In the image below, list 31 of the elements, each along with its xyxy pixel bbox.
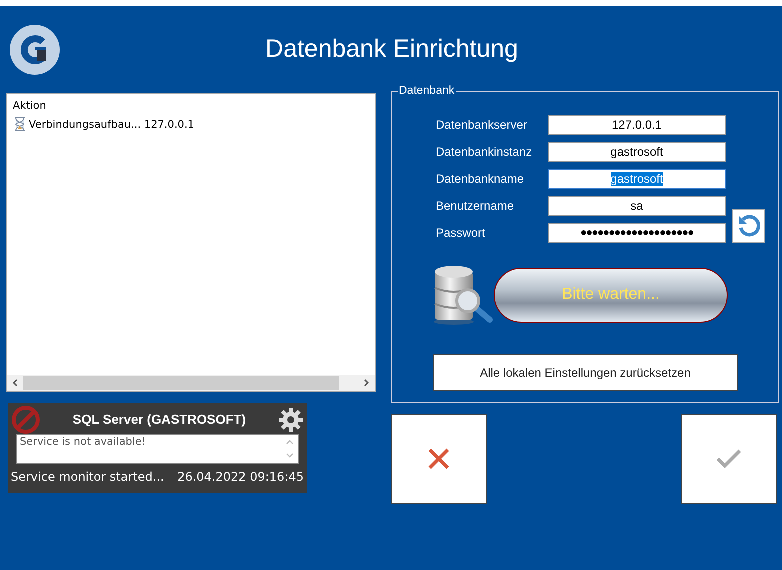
password-field[interactable]: ●●●●●●●●●●●●●●●●●●●● xyxy=(548,222,726,242)
scrollbar[interactable] xyxy=(7,375,375,391)
refresh-button[interactable] xyxy=(732,208,765,242)
timestamp: 26.04.2022 09:16:45 xyxy=(178,470,304,484)
field-label: Datenbankinstanz xyxy=(436,144,534,158)
chevron-left-icon[interactable] xyxy=(12,379,18,387)
field-label: Datenbankname xyxy=(436,172,526,186)
page-title: Datenbank Einrichtung xyxy=(264,35,520,64)
field-label: Passwort xyxy=(436,226,486,240)
list-item[interactable]: Verbindungsaufbau... 127.0.0.1 xyxy=(29,118,194,130)
service-title: SQL Server (GASTROSOFT) xyxy=(72,412,248,427)
logo-icon xyxy=(10,24,60,74)
input-field[interactable]: 127.0.0.1 xyxy=(548,114,726,134)
input-field[interactable]: gastrosoft xyxy=(548,142,726,162)
checkmark-icon xyxy=(716,449,742,469)
hourglass-icon xyxy=(13,117,27,132)
status-text: Service monitor started... xyxy=(11,470,164,484)
reset-button[interactable]: Alle lokalen Einstellungen zurücksetzen xyxy=(433,354,738,391)
gear-icon[interactable] xyxy=(278,406,304,432)
database-search-icon xyxy=(432,264,494,326)
close-icon xyxy=(428,448,450,470)
input-field[interactable]: gastrosoft xyxy=(548,168,726,188)
input-field[interactable]: sa xyxy=(548,196,726,216)
message-text: Service is not available! xyxy=(19,435,148,450)
field-label: Benutzername xyxy=(436,198,516,212)
chevron-right-icon[interactable] xyxy=(364,379,370,387)
group-title: Datenbank xyxy=(398,85,456,97)
cancel-button[interactable] xyxy=(391,414,487,504)
confirm-button[interactable] xyxy=(681,414,777,504)
column-header: Aktion xyxy=(13,100,48,112)
field-label: Datenbankserver xyxy=(436,118,528,132)
